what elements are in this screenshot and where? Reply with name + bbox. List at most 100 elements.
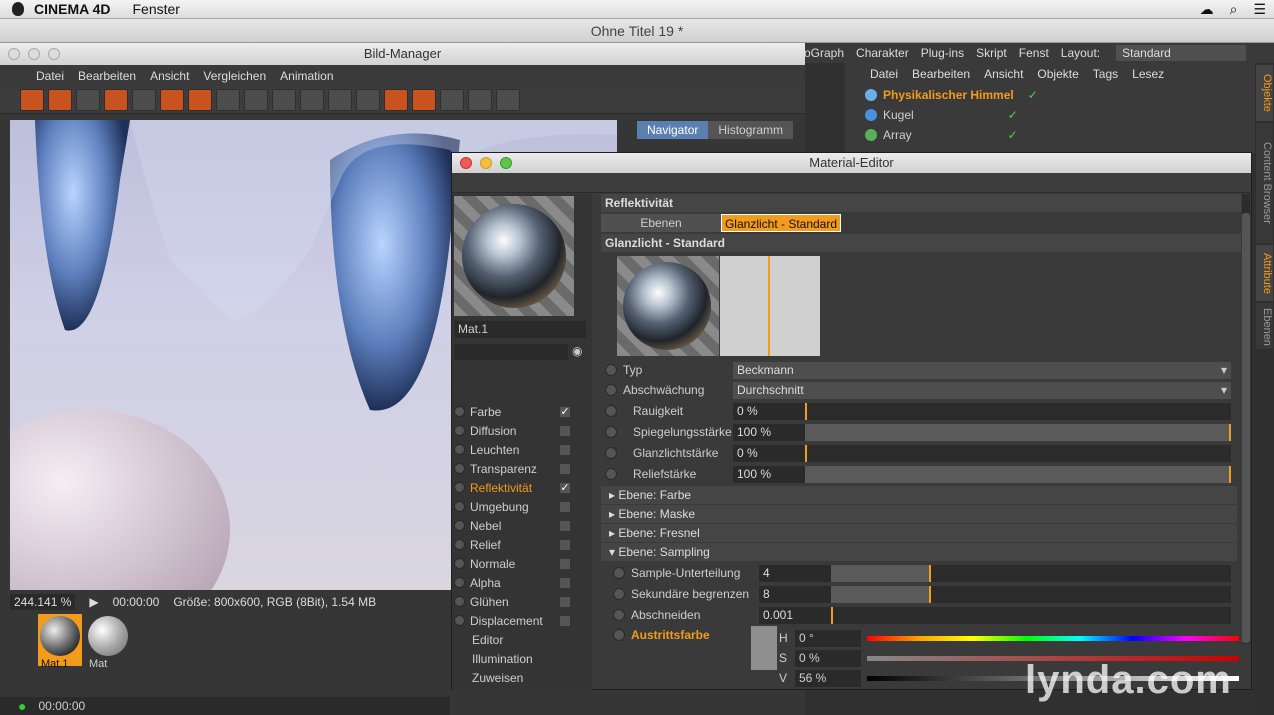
glanzlicht-field[interactable]: 0 % [733,444,805,462]
layout-2-icon[interactable] [468,88,492,111]
channel-nebel[interactable]: Nebel [454,516,590,535]
material-search-field[interactable] [454,344,568,360]
rauigkeit-field[interactable]: 0 % [733,402,805,420]
param-radio[interactable] [613,567,625,579]
minimize-button[interactable] [480,157,492,169]
close-button[interactable] [460,157,472,169]
tab-navigator[interactable]: Navigator [637,121,709,139]
search-icon[interactable]: ⌕ [1230,1,1238,18]
minimize-button[interactable] [28,48,40,60]
pin-icon[interactable] [132,88,156,111]
check-icon[interactable]: ✓ [1008,128,1018,142]
open-icon[interactable] [20,88,44,111]
value-field[interactable]: 56 % [795,669,861,687]
channel-checkbox[interactable] [560,615,570,626]
pick-icon[interactable]: ◉ [572,344,582,358]
channel-farbe[interactable]: Farbe ✓ [454,402,590,421]
save-icon[interactable] [48,88,72,111]
sample-slider[interactable] [831,564,1231,582]
saturation-field[interactable]: 0 % [795,649,861,667]
group-ebene-fresnel[interactable]: ▸ Ebene: Fresnel [601,524,1237,542]
ab-split-icon[interactable] [356,88,380,111]
item-illumination[interactable]: Illumination [454,649,590,668]
channel-radio[interactable] [454,406,465,417]
param-radio[interactable] [613,629,625,641]
menu-list-icon[interactable]: ☰ [1253,1,1266,18]
check-icon[interactable]: ✓ [1008,108,1018,122]
tab-ebenen-layer[interactable]: Ebenen [601,214,721,232]
abschneiden-slider[interactable] [831,606,1231,624]
stack-icon[interactable] [160,88,184,111]
param-radio[interactable] [605,384,617,396]
menu-charakter[interactable]: Charakter [856,46,909,60]
channel-checkbox[interactable] [560,501,570,512]
channel-checkbox[interactable] [560,596,570,607]
menu-plugins[interactable]: Plug-ins [921,46,964,60]
view-b-icon[interactable] [244,88,268,111]
close-button[interactable] [8,48,20,60]
abschwaechung-select[interactable]: Durchschnitt [733,381,1231,399]
item-editor[interactable]: Editor [454,630,590,649]
ab-icon[interactable] [300,88,324,111]
menu-fenster-c4d[interactable]: Fenst [1019,46,1049,60]
sekundaer-field[interactable]: 8 [759,585,831,603]
channel-checkbox[interactable] [560,463,570,474]
obj-menu-datei[interactable]: Datei [870,67,898,81]
channel-leuchten[interactable]: Leuchten [454,440,590,459]
tab-attribute[interactable]: Attribute [1256,245,1273,301]
obj-menu-ansicht[interactable]: Ansicht [984,67,1023,81]
object-row[interactable]: Kugel ✓ [845,105,1255,125]
channel-relief[interactable]: Relief [454,535,590,554]
zoom-button[interactable] [500,157,512,169]
channel-checkbox[interactable] [560,558,570,569]
param-radio[interactable] [605,426,617,438]
channel-radio[interactable] [454,501,465,512]
apple-icon[interactable] [12,2,24,16]
menu-skript[interactable]: Skript [976,46,1007,60]
zoom-button[interactable] [48,48,60,60]
sample-field[interactable]: 4 [759,564,831,582]
relief-slider[interactable] [805,465,1231,483]
channel-umgebung[interactable]: Umgebung [454,497,590,516]
view-c-icon[interactable] [272,88,296,111]
crop-icon[interactable] [104,88,128,111]
color-swatch[interactable] [751,626,777,670]
creative-cloud-icon[interactable]: ☁ [1200,1,1214,18]
grid-icon[interactable] [76,88,100,111]
channel-radio[interactable] [454,520,465,531]
channel-alpha[interactable]: Alpha [454,573,590,592]
channel-checkbox[interactable] [560,520,570,531]
rauigkeit-slider[interactable] [805,402,1231,420]
channel-checkbox[interactable] [560,577,570,588]
spiegelung-field[interactable]: 100 % [733,423,805,441]
scrollbar-thumb[interactable] [1242,213,1250,643]
channel-radio[interactable] [454,463,465,474]
param-radio[interactable] [605,364,617,376]
obj-menu-objekte[interactable]: Objekte [1037,67,1078,81]
group-ebene-farbe[interactable]: ▸ Ebene: Farbe [601,486,1237,504]
ab-compare-icon[interactable] [328,88,352,111]
relief-field[interactable]: 100 % [733,465,805,483]
play-icon[interactable]: ▶ [89,595,98,609]
param-radio[interactable] [605,405,617,417]
obj-menu-bearbeiten[interactable]: Bearbeiten [912,67,970,81]
bm-menu-vergleichen[interactable]: Vergleichen [203,69,266,83]
obj-menu-lesez[interactable]: Lesez [1132,67,1164,81]
item-zuweisen[interactable]: Zuweisen [454,668,590,687]
material-preview[interactable] [454,196,574,316]
channel-checkbox[interactable] [560,539,570,550]
channel-radio[interactable] [454,444,465,455]
tab-objekte[interactable]: Objekte [1256,65,1273,121]
group-ebene-sampling[interactable]: ▾ Ebene: Sampling [601,543,1237,561]
tab-histogramm[interactable]: Histogramm [708,121,794,139]
param-radio[interactable] [613,609,625,621]
channel-radio[interactable] [454,615,465,626]
param-radio[interactable] [613,588,625,600]
sekundaer-slider[interactable] [831,585,1231,603]
channel-reflektivitaet[interactable]: Reflektivität ✓ [454,478,590,497]
param-radio[interactable] [605,468,617,480]
channel-radio[interactable] [454,596,465,607]
bm-menu-ansicht[interactable]: Ansicht [150,69,189,83]
spiegelung-slider[interactable] [805,423,1231,441]
falloff-graph[interactable] [720,256,820,356]
